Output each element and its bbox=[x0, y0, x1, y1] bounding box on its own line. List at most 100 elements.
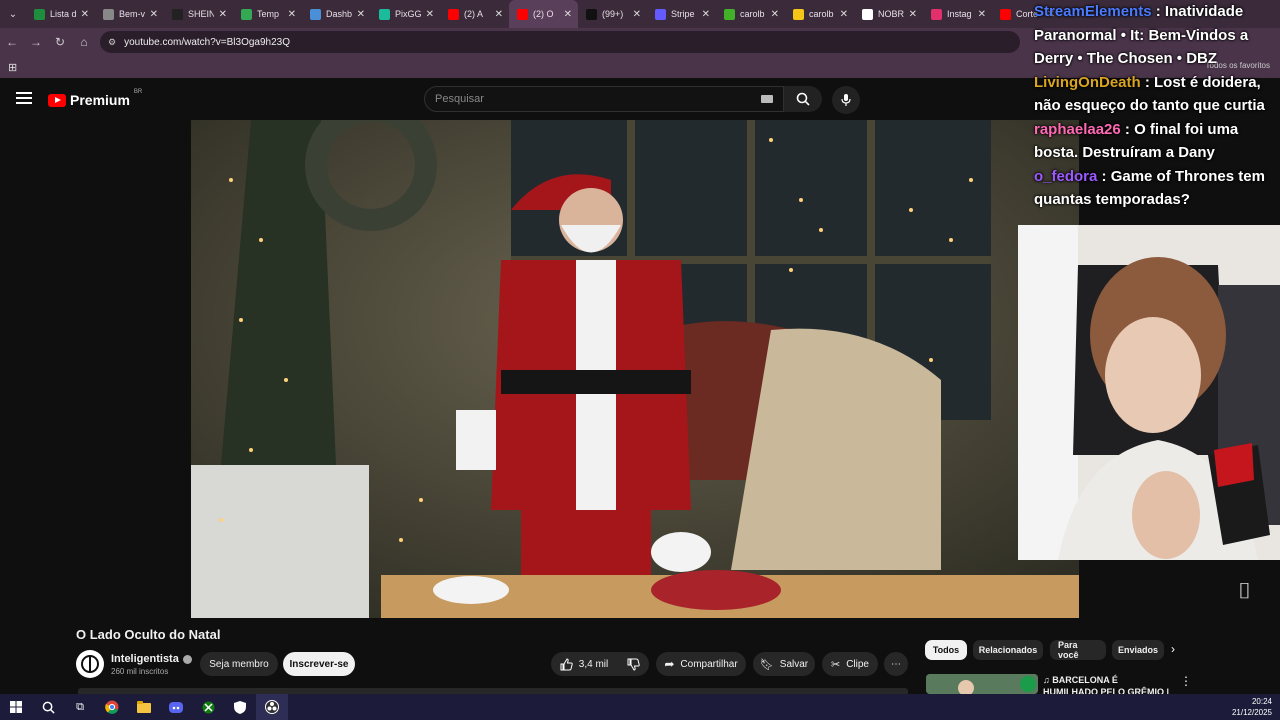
browser-tab[interactable]: Stripe ✕ bbox=[647, 0, 716, 28]
tab-favicon-icon bbox=[379, 8, 390, 20]
subscriber-count: 260 mil inscritos bbox=[111, 667, 169, 676]
tab-favicon-icon bbox=[931, 8, 942, 20]
share-icon: ➦ bbox=[664, 657, 675, 671]
tab-search-dropdown-icon[interactable]: ⌄ bbox=[0, 0, 26, 28]
more-actions-button[interactable]: ⋯ bbox=[884, 652, 908, 676]
apps-grid-icon[interactable]: ⊞ bbox=[8, 61, 17, 74]
subscribe-label: Inscrever-se bbox=[289, 658, 349, 670]
browser-tab[interactable]: (2) A ✕ bbox=[440, 0, 509, 28]
tab-close-icon[interactable]: ✕ bbox=[219, 9, 227, 20]
filter-chip[interactable]: Enviados bbox=[1112, 640, 1164, 660]
file-explorer-icon[interactable] bbox=[128, 694, 160, 720]
tab-close-icon[interactable]: ✕ bbox=[81, 9, 89, 20]
tab-close-icon[interactable]: ✕ bbox=[840, 9, 848, 20]
chat-message: LivingOnDeath : Lost é doidera, não esqu… bbox=[1030, 71, 1280, 118]
join-button[interactable]: Seja membro bbox=[200, 652, 278, 676]
scissors-icon: ✂ bbox=[830, 658, 841, 671]
tab-close-icon[interactable]: ✕ bbox=[288, 9, 296, 20]
tab-close-icon[interactable]: ✕ bbox=[909, 9, 917, 20]
tab-close-icon[interactable]: ✕ bbox=[564, 9, 572, 20]
security-shield-icon[interactable] bbox=[224, 694, 256, 720]
logo-text: Premium bbox=[70, 92, 130, 108]
search-input[interactable]: Pesquisar bbox=[424, 86, 784, 112]
tab-label: Bem-vi bbox=[119, 9, 145, 19]
filter-chip[interactable]: Todos bbox=[925, 640, 967, 660]
tab-label: SHEIN bbox=[188, 9, 214, 19]
video-player[interactable] bbox=[191, 120, 1079, 618]
tab-favicon-icon bbox=[655, 8, 666, 20]
url-field[interactable]: ⚙ youtube.com/watch?v=Bl3Oga9h23Q bbox=[100, 31, 1020, 53]
browser-tab[interactable]: Instag ✕ bbox=[923, 0, 992, 28]
filter-chip[interactable]: Relacionados bbox=[973, 640, 1043, 660]
tab-close-icon[interactable]: ✕ bbox=[495, 9, 503, 20]
channel-avatar[interactable] bbox=[76, 650, 104, 678]
chrome-icon[interactable] bbox=[96, 694, 128, 720]
channel-name[interactable]: Inteligentista bbox=[111, 653, 179, 665]
browser-tab[interactable]: PixGG ✕ bbox=[371, 0, 440, 28]
tab-close-icon[interactable]: ✕ bbox=[426, 9, 434, 20]
save-button[interactable]: 🔖︎ Salvar bbox=[753, 652, 815, 676]
voice-search-button[interactable] bbox=[832, 86, 860, 114]
browser-tab[interactable]: Lista d ✕ bbox=[26, 0, 95, 28]
home-icon[interactable]: ⌂ bbox=[72, 28, 96, 56]
video-frame-santa bbox=[191, 120, 1079, 618]
logo-region: BR bbox=[133, 89, 143, 95]
browser-tab[interactable]: Temp ✕ bbox=[233, 0, 302, 28]
menu-icon[interactable] bbox=[16, 92, 32, 104]
browser-tab[interactable]: (99+) ✕ bbox=[578, 0, 647, 28]
webcam-streamer bbox=[1018, 225, 1280, 560]
tab-label: Dashb bbox=[326, 9, 352, 19]
subscribe-button[interactable]: Inscrever-se bbox=[283, 652, 355, 676]
tab-close-icon[interactable]: ✕ bbox=[771, 9, 779, 20]
chat-separator: : bbox=[1097, 167, 1111, 185]
search-icon[interactable] bbox=[32, 694, 64, 720]
recommendation-thumbnail[interactable] bbox=[926, 674, 1038, 694]
browser-tab[interactable]: Bem-vi ✕ bbox=[95, 0, 164, 28]
reload-icon[interactable]: ↻ bbox=[48, 28, 72, 56]
xbox-icon[interactable] bbox=[192, 694, 224, 720]
clip-button[interactable]: ✂ Clipe bbox=[822, 652, 878, 676]
site-info-icon[interactable]: ⚙ bbox=[108, 37, 116, 48]
browser-tab[interactable]: NOBR ✕ bbox=[854, 0, 923, 28]
tab-close-icon[interactable]: ✕ bbox=[150, 9, 158, 20]
microphone-icon bbox=[841, 94, 851, 106]
task-view-icon[interactable]: ⧉ bbox=[64, 694, 96, 720]
share-button[interactable]: ➦ Compartilhar bbox=[656, 652, 746, 676]
keyboard-icon[interactable] bbox=[761, 95, 773, 103]
tab-favicon-icon bbox=[172, 8, 183, 20]
chat-message: o_fedora : Game of Thrones tem quantas t… bbox=[1030, 165, 1280, 212]
chevron-right-icon[interactable]: › bbox=[1171, 642, 1175, 656]
browser-tab[interactable]: Dashb ✕ bbox=[302, 0, 371, 28]
browser-tab[interactable]: carolb ✕ bbox=[785, 0, 854, 28]
tab-label: Lista d bbox=[50, 9, 76, 19]
browser-tab[interactable]: carolb ✕ bbox=[716, 0, 785, 28]
windows-start-icon[interactable] bbox=[0, 694, 32, 720]
tab-close-icon[interactable]: ✕ bbox=[702, 9, 710, 20]
search-button[interactable] bbox=[784, 86, 822, 112]
filter-chip[interactable]: Para você bbox=[1050, 640, 1106, 660]
thumbs-up-icon bbox=[560, 657, 573, 670]
webcam-overlay bbox=[1018, 225, 1280, 560]
channel-name-row[interactable]: Inteligentista bbox=[111, 653, 192, 665]
tab-favicon-icon bbox=[103, 8, 114, 20]
system-clock[interactable]: 20:24 21/12/2025 bbox=[1232, 696, 1272, 718]
tab-close-icon[interactable]: ✕ bbox=[978, 9, 986, 20]
tab-close-icon[interactable]: ✕ bbox=[357, 9, 365, 20]
browser-tab[interactable]: (2) O ✕ bbox=[509, 0, 578, 28]
dislike-button[interactable] bbox=[617, 652, 649, 676]
recommendation-more-icon[interactable]: ⋮ bbox=[1180, 674, 1192, 688]
like-button[interactable]: 3,4 mil bbox=[551, 652, 617, 676]
recommendation-title[interactable]: ♫ BARCELONA É HUMILHADO PELO GRÊMIO | Pa… bbox=[1043, 674, 1175, 694]
tab-label: (99+) bbox=[602, 9, 624, 19]
back-icon[interactable]: ← bbox=[0, 28, 24, 56]
tab-close-icon[interactable]: ✕ bbox=[633, 9, 641, 20]
channel-logo-icon bbox=[81, 655, 99, 673]
youtube-logo[interactable]: Premium BR bbox=[48, 89, 143, 108]
discord-icon[interactable] bbox=[160, 694, 192, 720]
forward-icon[interactable]: → bbox=[24, 28, 48, 56]
obs-icon[interactable] bbox=[256, 694, 288, 720]
battery-icon: ⌷ bbox=[1238, 578, 1252, 603]
browser-tab[interactable]: SHEIN ✕ bbox=[164, 0, 233, 28]
chat-username: StreamElements bbox=[1034, 3, 1152, 20]
tab-label: carolb bbox=[740, 9, 765, 19]
